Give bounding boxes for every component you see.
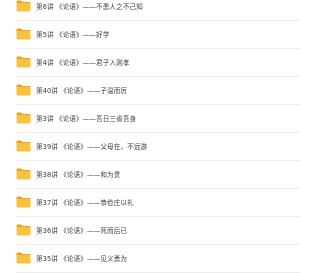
file-name: 第6讲 《论语》——不患人之不己知 [36, 3, 143, 11]
file-name: 第3讲 《论语》——吾日三省吾身 [36, 115, 137, 123]
file-name: 第40讲 《论语》——子温而厉 [36, 87, 128, 95]
file-name: 第39讲 《论语》——父母在，不远游 [36, 143, 148, 151]
list-item[interactable]: 第4讲 《论语》——君子入则孝 [0, 49, 300, 77]
folder-icon [16, 224, 31, 236]
list-item[interactable]: 第38讲 《论语》——和为贵 [0, 161, 300, 189]
list-item[interactable]: 第35讲 《论语》——见义勇为 [0, 245, 300, 273]
folder-icon [16, 28, 31, 40]
folder-icon [16, 112, 31, 124]
list-item[interactable]: 第37讲 《论语》——恭俭庄以礼 [0, 189, 300, 217]
folder-icon [16, 84, 31, 96]
file-name: 第5讲 《论语》——好学 [36, 31, 110, 39]
list-item[interactable]: 第40讲 《论语》——子温而厉 [0, 77, 300, 105]
file-list: 第6讲 《论语》——不患人之不己知 第5讲 《论语》——好学 第4讲 《论语》—… [0, 0, 300, 273]
folder-icon [16, 56, 31, 68]
folder-icon [16, 140, 31, 152]
list-item[interactable]: 第39讲 《论语》——父母在，不远游 [0, 133, 300, 161]
file-name: 第38讲 《论语》——和为贵 [36, 171, 121, 179]
file-name: 第4讲 《论语》——君子入则孝 [36, 59, 130, 67]
folder-icon [16, 0, 31, 12]
file-name: 第35讲 《论语》——见义勇为 [36, 255, 128, 263]
folder-icon [16, 196, 31, 208]
folder-icon [16, 252, 31, 264]
file-name: 第37讲 《论语》——恭俭庄以礼 [36, 199, 134, 207]
file-name: 第36讲 《论语》——死而后已 [36, 227, 128, 235]
list-item[interactable]: 第3讲 《论语》——吾日三省吾身 [0, 105, 300, 133]
list-item[interactable]: 第6讲 《论语》——不患人之不己知 [0, 0, 300, 21]
list-item[interactable]: 第5讲 《论语》——好学 [0, 21, 300, 49]
folder-icon [16, 168, 31, 180]
list-item[interactable]: 第36讲 《论语》——死而后已 [0, 217, 300, 245]
